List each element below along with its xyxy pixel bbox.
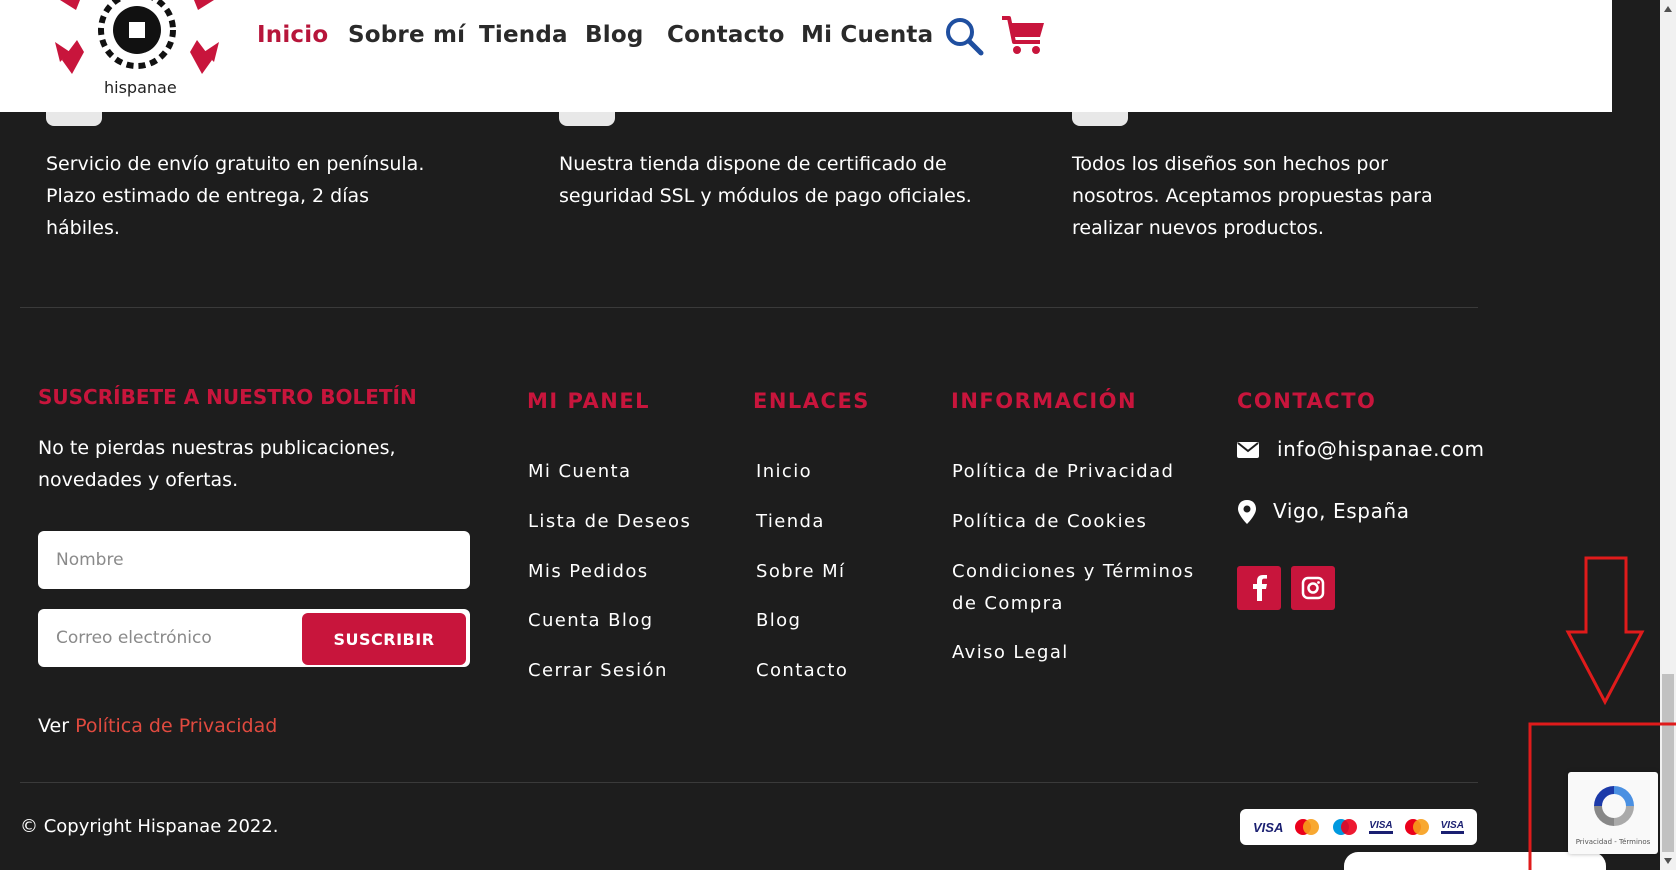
- feature-icon-tab: [46, 112, 102, 126]
- recaptcha-terms[interactable]: Privacidad - Términos: [1568, 838, 1658, 846]
- divider: [20, 782, 1478, 783]
- logo-text: hispanae: [104, 78, 177, 97]
- footer-link-inicio[interactable]: Inicio: [756, 456, 812, 488]
- footer-link-cerrar-sesion[interactable]: Cerrar Sesión: [528, 655, 668, 687]
- scroll-down-arrow-icon[interactable]: [1662, 854, 1674, 868]
- footer-link-aviso-legal[interactable]: Aviso Legal: [952, 637, 1069, 669]
- privacy-prefix: Ver: [38, 715, 70, 737]
- divider: [20, 307, 1478, 308]
- facebook-icon: [1253, 575, 1267, 601]
- nav-blog[interactable]: Blog: [585, 22, 643, 48]
- feature-icon-tab: [1072, 112, 1128, 126]
- envelope-icon: [1237, 442, 1259, 458]
- enlaces-heading: ENLACES: [753, 389, 870, 413]
- recaptcha-badge[interactable]: Privacidad - Términos: [1568, 772, 1658, 854]
- bottom-widget-bar[interactable]: [1344, 852, 1606, 870]
- contact-location: Vigo, España: [1273, 499, 1410, 523]
- payment-methods: VISA VISA VISA: [1240, 809, 1477, 845]
- site-header: hispanae Inicio Sobre mí Tienda Blog Con…: [0, 0, 1612, 112]
- footer-link-contacto[interactable]: Contacto: [756, 655, 848, 687]
- footer-link-lista-deseos[interactable]: Lista de Deseos: [528, 506, 691, 538]
- nav-contacto[interactable]: Contacto: [667, 22, 785, 48]
- nav-sobre-mi[interactable]: Sobre mí: [348, 22, 465, 48]
- maestro-icon: [1333, 819, 1358, 835]
- mastercard-icon: [1295, 819, 1320, 835]
- copyright-text: © Copyright Hispanae 2022.: [20, 816, 279, 837]
- nav-tienda[interactable]: Tienda: [479, 22, 568, 48]
- instagram-button[interactable]: [1291, 566, 1335, 610]
- contact-email[interactable]: info@hispanae.com: [1277, 437, 1485, 461]
- feature-shipping-text: Servicio de envío gratuito en península.…: [46, 153, 425, 239]
- feature-icon-tab: [559, 112, 615, 126]
- contacto-heading: CONTACTO: [1237, 389, 1377, 413]
- scroll-up-arrow-icon[interactable]: [1662, 2, 1674, 16]
- feature-security-text: Nuestra tienda dispone de certificado de…: [559, 153, 972, 207]
- mi-panel-heading: MI PANEL: [527, 389, 651, 413]
- nav-mi-cuenta[interactable]: Mi Cuenta: [801, 22, 933, 48]
- annotation-arrow: [1565, 556, 1645, 706]
- feature-design-text: Todos los diseños son hechos por nosotro…: [1072, 153, 1433, 239]
- facebook-button[interactable]: [1237, 566, 1281, 610]
- search-icon[interactable]: [944, 16, 984, 56]
- footer-link-cuenta-blog[interactable]: Cuenta Blog: [528, 605, 653, 637]
- visa-logo: VISA: [1252, 819, 1284, 835]
- informacion-heading: INFORMACIÓN: [951, 389, 1138, 413]
- newsletter-heading: SUSCRÍBETE A NUESTRO BOLETÍN: [38, 385, 417, 409]
- mastercard-icon: [1404, 819, 1429, 835]
- instagram-icon: [1301, 576, 1325, 600]
- visa-debit-logo: VISA: [1369, 820, 1393, 834]
- newsletter-description: No te pierdas nuestras publicaciones, no…: [38, 437, 396, 491]
- nav-inicio[interactable]: Inicio: [257, 22, 328, 48]
- cart-icon[interactable]: [1000, 14, 1046, 56]
- name-input[interactable]: [38, 531, 470, 589]
- subscribe-button[interactable]: SUSCRIBIR: [302, 613, 466, 665]
- footer-link-condiciones[interactable]: Condiciones y Términos de Compra: [952, 556, 1212, 620]
- location-pin-icon: [1238, 500, 1256, 524]
- privacy-line: Ver Política de Privacidad: [38, 715, 277, 737]
- footer-link-politica-cookies[interactable]: Política de Cookies: [952, 506, 1147, 538]
- footer-link-sobre-mi[interactable]: Sobre Mí: [756, 556, 845, 588]
- footer-link-politica-privacidad[interactable]: Política de Privacidad: [952, 456, 1174, 488]
- visa-electron-logo: VISA: [1440, 820, 1464, 834]
- privacy-policy-link[interactable]: Política de Privacidad: [75, 715, 277, 737]
- scrollbar-thumb[interactable]: [1662, 674, 1674, 852]
- recaptcha-icon: [1594, 786, 1634, 826]
- footer-link-mi-cuenta[interactable]: Mi Cuenta: [528, 456, 631, 488]
- footer-link-mis-pedidos[interactable]: Mis Pedidos: [528, 556, 649, 588]
- footer-link-blog[interactable]: Blog: [756, 605, 801, 637]
- footer-link-tienda[interactable]: Tienda: [756, 506, 825, 538]
